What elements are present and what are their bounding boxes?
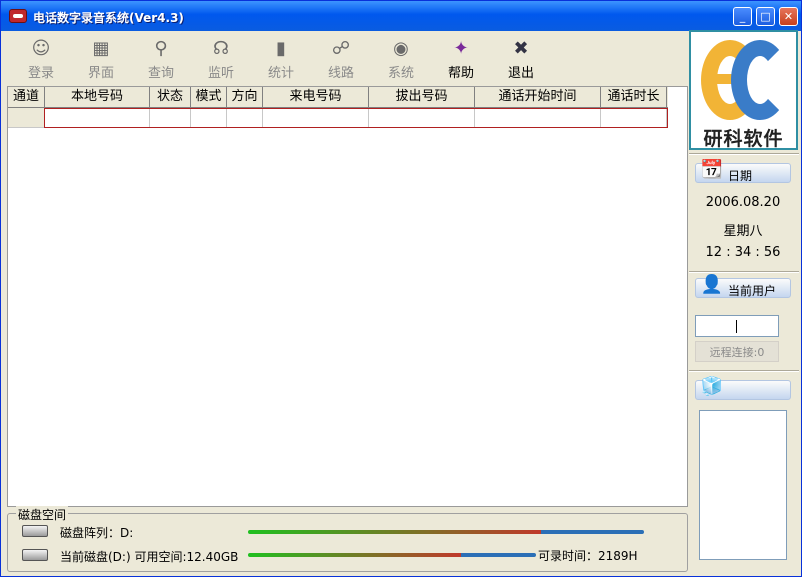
toolbar-label: 界面 bbox=[87, 66, 114, 81]
window-title: 电话数字录音系统(Ver4.3) bbox=[33, 11, 184, 25]
interface-icon: ▦ bbox=[92, 38, 110, 59]
toolbar: ☺ 登录 ▦ 界面 ⚲ 查询 ☊ 监听 ▮ 统计 ☍ 线路 ◉ 系统 ✦ 帮助 bbox=[7, 32, 687, 86]
toolbar-label: 统计 bbox=[267, 66, 294, 81]
date-panel: 📆 日期 2006.08.20 星期八 12 : 34 : 56 bbox=[695, 159, 791, 273]
column-header-incoming-number[interactable]: 来电号码 bbox=[263, 87, 369, 108]
query-icon: ⚲ bbox=[154, 38, 168, 59]
system-icon: ◉ bbox=[393, 38, 409, 59]
user-icon: 👤 bbox=[700, 274, 724, 295]
calendar-icon: 📆 bbox=[700, 159, 724, 180]
login-icon: ☺ bbox=[31, 38, 51, 59]
line-icon: ☍ bbox=[331, 38, 351, 59]
row-focus-outline bbox=[44, 108, 668, 128]
minimize-button[interactable]: _ bbox=[733, 7, 752, 26]
maximize-button[interactable]: □ bbox=[756, 7, 775, 26]
misc-panel-header: 🧊 bbox=[695, 376, 791, 400]
date-panel-title: 日期 bbox=[728, 169, 753, 183]
column-header-mode[interactable]: 模式 bbox=[191, 87, 227, 108]
toolbar-label: 帮助 bbox=[447, 66, 474, 81]
logo-c-mark bbox=[731, 40, 789, 120]
help-book-icon: ✦ bbox=[453, 38, 469, 59]
column-header-direction[interactable]: 方向 bbox=[227, 87, 263, 108]
disk-space-legend: 磁盘空间 bbox=[16, 506, 69, 523]
cubes-icon: 🧊 bbox=[700, 376, 724, 397]
date-panel-header: 📆 日期 bbox=[695, 159, 791, 183]
panel-divider bbox=[689, 153, 799, 155]
right-panel: 研科软件 📆 日期 2006.08.20 星期八 12 : 34 : 56 👤 … bbox=[689, 30, 799, 575]
column-header-dialed-number[interactable]: 拔出号码 bbox=[369, 87, 475, 108]
text-caret bbox=[736, 320, 737, 333]
company-logo: 研科软件 bbox=[689, 30, 798, 150]
logo-brand-text: 研科软件 bbox=[703, 128, 784, 150]
app-phone-icon bbox=[9, 9, 27, 23]
weekday-value: 星期八 bbox=[723, 224, 763, 239]
record-time-label: 可录时间：2189H bbox=[538, 549, 638, 563]
disk-array-drive-icon bbox=[22, 525, 48, 537]
toolbar-label: 退出 bbox=[507, 66, 534, 81]
close-button[interactable]: ✕ bbox=[779, 7, 798, 26]
statistics-icon: ▮ bbox=[276, 38, 286, 59]
toolbar-statistics-button[interactable]: ▮ 统计 bbox=[255, 36, 307, 84]
time-value: 12 : 34 : 56 bbox=[705, 245, 781, 260]
toolbar-exit-button[interactable]: ✖ 退出 bbox=[495, 36, 547, 84]
title-bar[interactable]: 电话数字录音系统(Ver4.3) _ □ ✕ bbox=[1, 1, 801, 31]
current-user-field[interactable] bbox=[695, 315, 779, 337]
toolbar-label: 线路 bbox=[327, 66, 354, 81]
disk-space-group: 磁盘空间 磁盘阵列：D: 当前磁盘(D:) 可用空间:12.40GB 可录时间：… bbox=[7, 506, 688, 572]
toolbar-query-button[interactable]: ⚲ 查询 bbox=[135, 36, 187, 84]
user-panel-header: 👤 当前用户 bbox=[695, 274, 791, 298]
column-header-call-duration[interactable]: 通话时长 bbox=[601, 87, 667, 108]
row-selector-cell[interactable] bbox=[8, 108, 45, 128]
toolbar-label: 系统 bbox=[387, 66, 414, 81]
headset-icon: ☊ bbox=[213, 38, 229, 59]
toolbar-label: 登录 bbox=[27, 66, 54, 81]
panel-divider bbox=[689, 370, 799, 372]
current-disk-label: 当前磁盘(D:) 可用空间:12.40GB bbox=[60, 550, 239, 564]
current-disk-drive-icon bbox=[22, 549, 48, 561]
channel-grid[interactable]: 通道 本地号码 状态 模式 方向 来电号码 拔出号码 通话开始时间 通话时长 bbox=[7, 86, 688, 507]
date-value: 2006.08.20 bbox=[705, 195, 781, 210]
current-disk-usage-bar bbox=[248, 553, 536, 557]
column-header-status[interactable]: 状态 bbox=[150, 87, 191, 108]
column-header-call-start-time[interactable]: 通话开始时间 bbox=[475, 87, 601, 108]
grid-header: 通道 本地号码 状态 模式 方向 来电号码 拔出号码 通话开始时间 通话时长 bbox=[8, 87, 668, 108]
toolbar-interface-button[interactable]: ▦ 界面 bbox=[75, 36, 127, 84]
toolbar-label: 监听 bbox=[207, 66, 234, 81]
column-header-channel[interactable]: 通道 bbox=[8, 87, 45, 108]
toolbar-label: 查询 bbox=[147, 66, 174, 81]
toolbar-line-button[interactable]: ☍ 线路 bbox=[315, 36, 367, 84]
info-list-box[interactable] bbox=[699, 410, 787, 560]
app-window: 电话数字录音系统(Ver4.3) _ □ ✕ ☺ 登录 ▦ 界面 ⚲ 查询 ☊ … bbox=[0, 0, 802, 577]
toolbar-login-button[interactable]: ☺ 登录 bbox=[15, 36, 67, 84]
toolbar-monitor-button[interactable]: ☊ 监听 bbox=[195, 36, 247, 84]
exit-icon: ✖ bbox=[513, 38, 529, 59]
disk-array-label: 磁盘阵列：D: bbox=[60, 526, 134, 540]
column-header-local-number[interactable]: 本地号码 bbox=[45, 87, 150, 108]
disk-array-usage-bar bbox=[248, 530, 644, 534]
toolbar-system-button[interactable]: ◉ 系统 bbox=[375, 36, 427, 84]
remote-connection-button[interactable]: 远程连接:0 bbox=[695, 341, 779, 362]
toolbar-help-button[interactable]: ✦ 帮助 bbox=[435, 36, 487, 84]
user-panel-title: 当前用户 bbox=[728, 284, 777, 298]
